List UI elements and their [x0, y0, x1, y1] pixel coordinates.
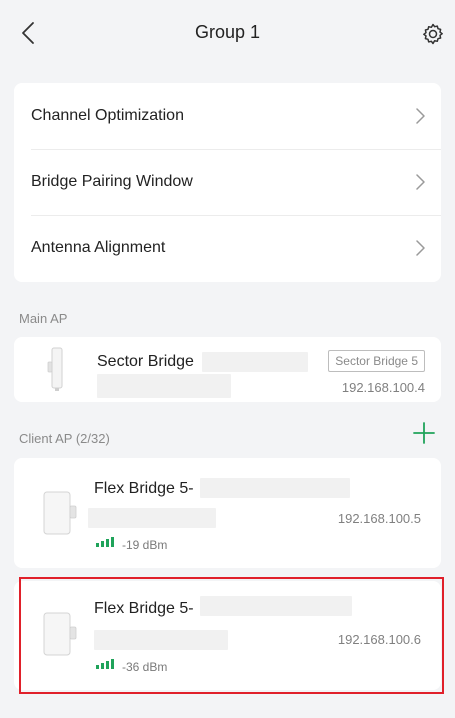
client-device-card[interactable]: Flex Bridge 5- 192.168.100.6 -36 dBm [14, 581, 441, 690]
redacted-serial [200, 596, 352, 616]
group-options-card: Channel Optimization Bridge Pairing Wind… [14, 83, 441, 282]
menu-item-label: Antenna Alignment [31, 239, 166, 256]
menu-item-label: Bridge Pairing Window [31, 173, 193, 190]
client-ap-section-label: Client AP (2/32) [19, 431, 110, 446]
plus-icon [413, 422, 435, 444]
redacted-device-info [88, 508, 216, 528]
top-bar: Group 1 [0, 0, 455, 68]
menu-item-bridge-pairing-window[interactable]: Bridge Pairing Window [14, 149, 441, 215]
redacted-device-info [94, 630, 228, 650]
chevron-right-icon [416, 174, 425, 190]
page-title: Group 1 [194, 22, 261, 42]
chevron-right-icon [416, 108, 425, 124]
signal-strength-icon [96, 537, 114, 547]
gear-icon [423, 23, 443, 45]
device-name: Flex Bridge 5- [94, 480, 194, 497]
model-tag: Sector Bridge 5 [328, 350, 425, 372]
redacted-serial [202, 352, 308, 372]
flex-bridge-device-icon [43, 612, 77, 656]
menu-item-channel-optimization[interactable]: Channel Optimization [14, 83, 441, 149]
chevron-right-icon [416, 240, 425, 256]
redacted-device-info [97, 374, 231, 398]
ip-address: 192.168.100.5 [337, 511, 421, 526]
device-name: Flex Bridge 5- [94, 600, 194, 617]
main-ap-device-card[interactable]: Sector Bridge Sector Bridge 5 192.168.10… [14, 337, 441, 402]
ip-address: 192.168.100.4 [341, 380, 425, 395]
sector-bridge-device-icon [47, 347, 63, 391]
signal-dbm: -36 dBm [122, 660, 168, 674]
main-ap-section-label: Main AP [19, 311, 68, 326]
device-name: Sector Bridge [97, 353, 194, 370]
signal-dbm: -19 dBm [122, 538, 168, 552]
settings-button[interactable] [419, 20, 447, 48]
signal-strength-icon [96, 659, 114, 669]
menu-item-antenna-alignment[interactable]: Antenna Alignment [14, 215, 441, 281]
client-device-card[interactable]: Flex Bridge 5- 192.168.100.5 -19 dBm [14, 458, 441, 568]
menu-item-label: Channel Optimization [31, 107, 184, 124]
flex-bridge-device-icon [43, 491, 77, 535]
ip-address: 192.168.100.6 [337, 632, 421, 647]
redacted-serial [200, 478, 350, 498]
add-client-button[interactable] [411, 420, 437, 446]
